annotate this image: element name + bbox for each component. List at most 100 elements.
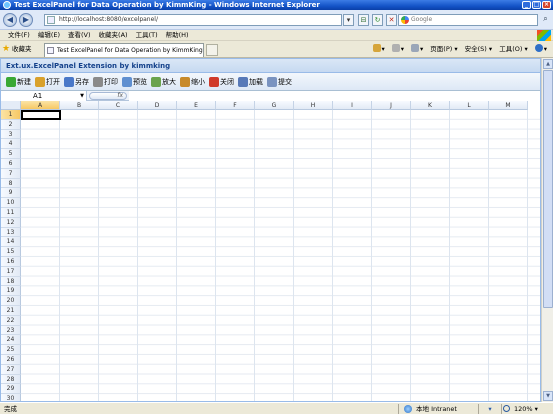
row-header[interactable]: 24: [1, 335, 21, 346]
row-header[interactable]: 7: [1, 168, 21, 179]
menu-tools[interactable]: 工具(T): [132, 30, 162, 40]
row-header[interactable]: 18: [1, 276, 21, 287]
menu-view[interactable]: 查看(V): [64, 30, 95, 40]
column-header[interactable]: C: [99, 101, 138, 110]
column-header[interactable]: I: [333, 101, 372, 110]
cell-area[interactable]: [21, 110, 540, 401]
row-header[interactable]: 12: [1, 217, 21, 228]
new-tab-button[interactable]: [206, 44, 218, 56]
refresh-icon[interactable]: ↻: [372, 14, 383, 26]
row-header[interactable]: 13: [1, 227, 21, 238]
row-header[interactable]: 15: [1, 247, 21, 257]
column-header[interactable]: H: [294, 101, 333, 110]
column-header[interactable]: D: [138, 101, 177, 110]
vertical-scrollbar[interactable]: ▲ ▼: [541, 58, 553, 402]
row-header[interactable]: 11: [1, 208, 21, 218]
row-header[interactable]: 21: [1, 306, 21, 316]
row-header[interactable]: 14: [1, 237, 21, 248]
column-header[interactable]: E: [177, 101, 216, 110]
print-cmd-button[interactable]: ▾: [409, 44, 425, 54]
select-all-corner[interactable]: [1, 101, 21, 110]
row-header[interactable]: 20: [1, 296, 21, 306]
address-dropdown-icon[interactable]: ▾: [343, 14, 354, 26]
row-header[interactable]: 3: [1, 129, 21, 140]
toolbar-button-label: 新建: [17, 77, 31, 86]
menu-favorites[interactable]: 收藏夹(A): [95, 30, 132, 40]
column-header[interactable]: G: [255, 101, 294, 110]
row-header[interactable]: 19: [1, 286, 21, 297]
menu-help[interactable]: 帮助(H): [162, 30, 193, 40]
tab-current[interactable]: Test ExcelPanel for Data Operation by Ki…: [44, 43, 204, 57]
row-header[interactable]: 28: [1, 374, 21, 385]
row-header[interactable]: 26: [1, 355, 21, 365]
forward-button[interactable]: ▶: [19, 13, 33, 27]
column-header[interactable]: M: [489, 101, 528, 110]
help-icon: [534, 44, 543, 52]
protected-mode-icon[interactable]: ▾: [480, 403, 500, 414]
column-header[interactable]: J: [372, 101, 411, 110]
row-header[interactable]: 22: [1, 315, 21, 326]
row-header[interactable]: 1: [1, 110, 21, 120]
toolbar-button-zoom-out[interactable]: 缩小: [178, 75, 207, 89]
toolbar-button-print[interactable]: 打印: [91, 75, 120, 89]
maximize-button[interactable]: □: [532, 1, 541, 9]
cell-reference-box[interactable]: A1 ▼: [1, 91, 87, 101]
row-header[interactable]: 2: [1, 119, 21, 130]
home-button[interactable]: ▾: [371, 44, 387, 54]
row-header[interactable]: 27: [1, 364, 21, 375]
close-window-button[interactable]: ×: [542, 1, 551, 9]
menu-file[interactable]: 文件(F): [4, 30, 34, 40]
fx-icon[interactable]: fx: [89, 92, 127, 100]
row-header[interactable]: 4: [1, 139, 21, 150]
search-input[interactable]: Google: [398, 14, 538, 26]
column-header[interactable]: B: [60, 101, 99, 110]
toolbar-button-submit[interactable]: 提交: [265, 75, 294, 89]
row-header[interactable]: 8: [1, 178, 21, 189]
toolbar-button-save[interactable]: 另存: [62, 75, 91, 89]
favorites-button[interactable]: ★ 收藏夹: [2, 44, 32, 54]
scroll-up-icon[interactable]: ▲: [543, 59, 553, 69]
column-header[interactable]: K: [411, 101, 450, 110]
tools-menu[interactable]: 工具(O) ▾: [497, 44, 530, 54]
row-header[interactable]: 25: [1, 345, 21, 355]
row-header[interactable]: 30: [1, 394, 21, 401]
toolbar-button-open[interactable]: 打开: [33, 75, 62, 89]
row-header[interactable]: 16: [1, 257, 21, 267]
security-zone[interactable]: 本地 Intranet: [404, 403, 457, 414]
safety-menu[interactable]: 安全(S) ▾: [463, 44, 495, 54]
address-input[interactable]: http://localhost:8080/excelpanel/: [44, 14, 342, 26]
zoom-control[interactable]: 120% ▾: [503, 403, 538, 414]
compat-view-icon[interactable]: ⊟: [358, 14, 369, 26]
help-button[interactable]: ▾: [533, 44, 549, 54]
toolbar-button-label: 提交: [278, 77, 292, 86]
scroll-down-icon[interactable]: ▼: [543, 391, 553, 401]
minimize-button[interactable]: _: [522, 1, 531, 9]
toolbar-button-preview[interactable]: 预览: [120, 75, 149, 89]
active-cell[interactable]: [21, 110, 61, 120]
toolbar-button-label: 打印: [104, 77, 118, 86]
back-button[interactable]: ◀: [3, 13, 17, 27]
scroll-thumb[interactable]: [543, 70, 553, 308]
row-header[interactable]: 29: [1, 384, 21, 395]
toolbar-button-close[interactable]: 关闭: [207, 75, 236, 89]
toolbar-button-new[interactable]: 新建: [4, 75, 33, 89]
column-header[interactable]: F: [216, 101, 255, 110]
toolbar-button-zoom-in[interactable]: 放大: [149, 75, 178, 89]
row-header[interactable]: 17: [1, 266, 21, 277]
zoom-label: 120%: [514, 405, 533, 413]
search-icon[interactable]: ⌕: [540, 14, 551, 26]
formula-input[interactable]: [129, 91, 540, 101]
column-header[interactable]: L: [450, 101, 489, 110]
row-header[interactable]: 5: [1, 149, 21, 159]
page-menu[interactable]: 页面(P) ▾: [428, 44, 459, 54]
column-header[interactable]: A: [21, 101, 60, 110]
row-header[interactable]: 10: [1, 198, 21, 208]
stop-icon[interactable]: ✕: [386, 14, 397, 26]
row-header[interactable]: 9: [1, 188, 21, 199]
toolbar-button-load[interactable]: 加载: [236, 75, 265, 89]
row-header[interactable]: 6: [1, 159, 21, 169]
row-header[interactable]: 23: [1, 325, 21, 336]
feeds-button[interactable]: ▾: [390, 44, 406, 54]
zoom-out-icon: [180, 76, 190, 87]
menu-edit[interactable]: 编辑(E): [34, 30, 64, 40]
